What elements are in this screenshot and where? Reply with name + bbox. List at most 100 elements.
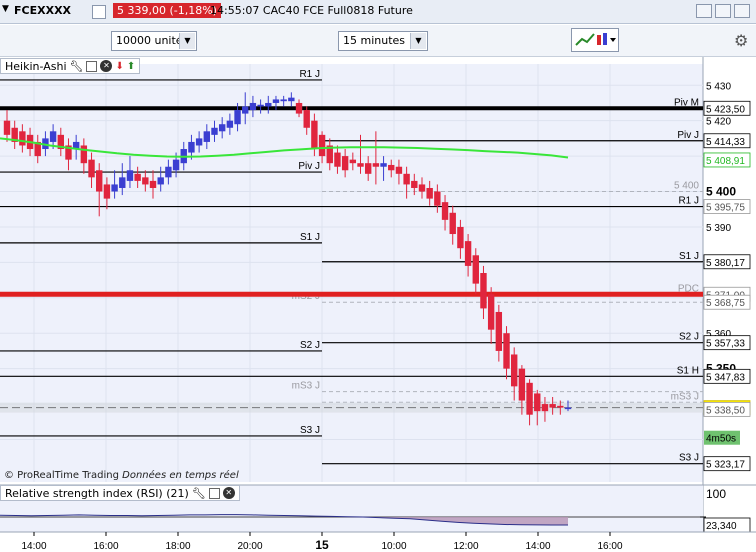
candle-body — [480, 273, 487, 309]
level-label: S3 J — [679, 453, 699, 464]
price-tag-label: 5 423,50 — [706, 104, 745, 115]
price-tick-label: 5 430 — [706, 81, 731, 92]
rsi-value-label: 23,340 — [706, 521, 737, 532]
candle-body — [341, 156, 349, 171]
candle-body — [126, 170, 134, 181]
candle-body — [218, 124, 226, 132]
candle-body — [318, 134, 326, 157]
timeframe-select[interactable]: 15 minutes ▼ — [338, 31, 428, 51]
candle-body — [534, 393, 541, 412]
time-tick-label: 12:00 — [453, 541, 478, 552]
candle-body — [441, 202, 449, 220]
candle-body — [457, 226, 464, 249]
close-window-icon[interactable] — [734, 4, 750, 18]
level-label: PDC — [678, 283, 699, 294]
close-icon[interactable]: ✕ — [222, 487, 235, 499]
candle-body — [3, 120, 11, 135]
price-tag-label: 5 347,83 — [706, 372, 745, 383]
time-tick-label: 15 — [315, 538, 329, 552]
candle-body — [295, 102, 303, 114]
wrench-icon[interactable]: 🔧︎ — [70, 60, 84, 73]
level-label: S2 J — [679, 332, 699, 343]
price-tag-label: 5 414,33 — [706, 137, 745, 148]
wrench-icon[interactable]: 🔧︎ — [192, 487, 206, 500]
candle-body — [88, 159, 95, 178]
candle-body — [19, 131, 26, 146]
data-source: © ProRealTime Trading Données en temps r… — [4, 470, 239, 481]
candle-body — [418, 184, 426, 192]
quantity-value: 10000 unités — [116, 34, 189, 47]
candle-body — [526, 382, 533, 415]
settings-icon[interactable]: ⚙ — [734, 31, 748, 50]
window-icon[interactable] — [208, 487, 220, 499]
candle-body — [388, 164, 395, 171]
candle-body — [503, 333, 510, 369]
candle-body — [265, 102, 272, 107]
candle-body — [449, 212, 456, 235]
candle-body — [149, 180, 157, 188]
level-label: R1 J — [678, 196, 699, 207]
level-label: mS3 J — [292, 381, 320, 392]
candle-body — [564, 407, 572, 410]
maximize-icon[interactable] — [715, 4, 731, 18]
current-price-band — [0, 402, 703, 413]
candle-body — [142, 177, 149, 185]
candle-body — [472, 255, 479, 284]
chart-type-icon — [575, 33, 616, 46]
price-indicator-name: Heikin-Ashi — [5, 59, 67, 73]
price-tick-label: 5 420 — [706, 117, 731, 128]
candle-body — [395, 166, 403, 174]
candle-body — [280, 99, 287, 102]
time-tick-label: 16:00 — [93, 541, 118, 552]
candle-body — [257, 104, 264, 107]
rsi-indicator-header: Relative strength index (RSI) (21) 🔧︎ ✕ — [0, 485, 240, 501]
chart-type-button[interactable] — [571, 28, 619, 52]
candle-body — [303, 110, 310, 128]
quantity-select[interactable]: 10000 unités ▼ — [111, 31, 197, 51]
level-label: S1 H — [677, 365, 699, 376]
candle-body — [403, 173, 410, 185]
timeframe-value: 15 minutes — [343, 34, 406, 47]
candle-body — [119, 177, 126, 188]
minimize-icon[interactable] — [696, 4, 712, 18]
close-icon[interactable]: ✕ — [100, 60, 113, 72]
level-label: 5 400 — [674, 181, 699, 192]
time-tick-label: 20:00 — [237, 541, 262, 552]
window-icon[interactable] — [86, 60, 98, 72]
candle-body — [549, 404, 556, 408]
rsi-upper-label: 100 — [706, 487, 726, 501]
window-controls — [696, 4, 750, 18]
candle-body — [249, 102, 257, 111]
symbol-options-icon[interactable] — [92, 5, 106, 19]
candle-body — [311, 120, 318, 150]
last-price-badge: 5 339,00 (-1,18%) — [113, 3, 221, 18]
candle-body — [80, 145, 88, 164]
candle-body — [211, 127, 218, 135]
time-tick-label: 10:00 — [381, 541, 406, 552]
move-up-icon[interactable]: ⬆ — [127, 61, 135, 72]
price-tick-label: 5 390 — [706, 223, 731, 234]
chevron-down-icon: ▼ — [179, 33, 195, 49]
candle-body — [426, 187, 433, 199]
candle-body — [434, 191, 441, 206]
price-indicator-header: Heikin-Ashi 🔧︎ ✕ ⬇ ⬆ — [0, 58, 141, 74]
price-pane-background — [0, 64, 703, 482]
level-label: Piv M — [674, 97, 699, 108]
level-label: Piv J — [298, 161, 320, 172]
move-down-icon[interactable]: ⬇ — [115, 61, 123, 72]
symbol-dropdown-icon[interactable]: ▼ — [2, 4, 9, 14]
candle-body — [334, 152, 341, 167]
symbol-label[interactable]: FCEXXXX — [14, 4, 71, 17]
candle-body — [188, 141, 195, 153]
candle-body — [49, 131, 57, 142]
candle-body — [541, 404, 549, 412]
time-and-instrument: 14:55:07 CAC40 FCE Full0818 Future — [210, 4, 413, 17]
candle-body — [96, 170, 103, 192]
candle-body — [487, 294, 495, 330]
candle-body — [495, 311, 503, 351]
candle-body — [557, 405, 564, 408]
candle-body — [511, 354, 518, 387]
candle-body — [380, 163, 387, 167]
copyright-text: © ProRealTime Trading — [4, 470, 119, 481]
candle-body — [165, 166, 172, 178]
